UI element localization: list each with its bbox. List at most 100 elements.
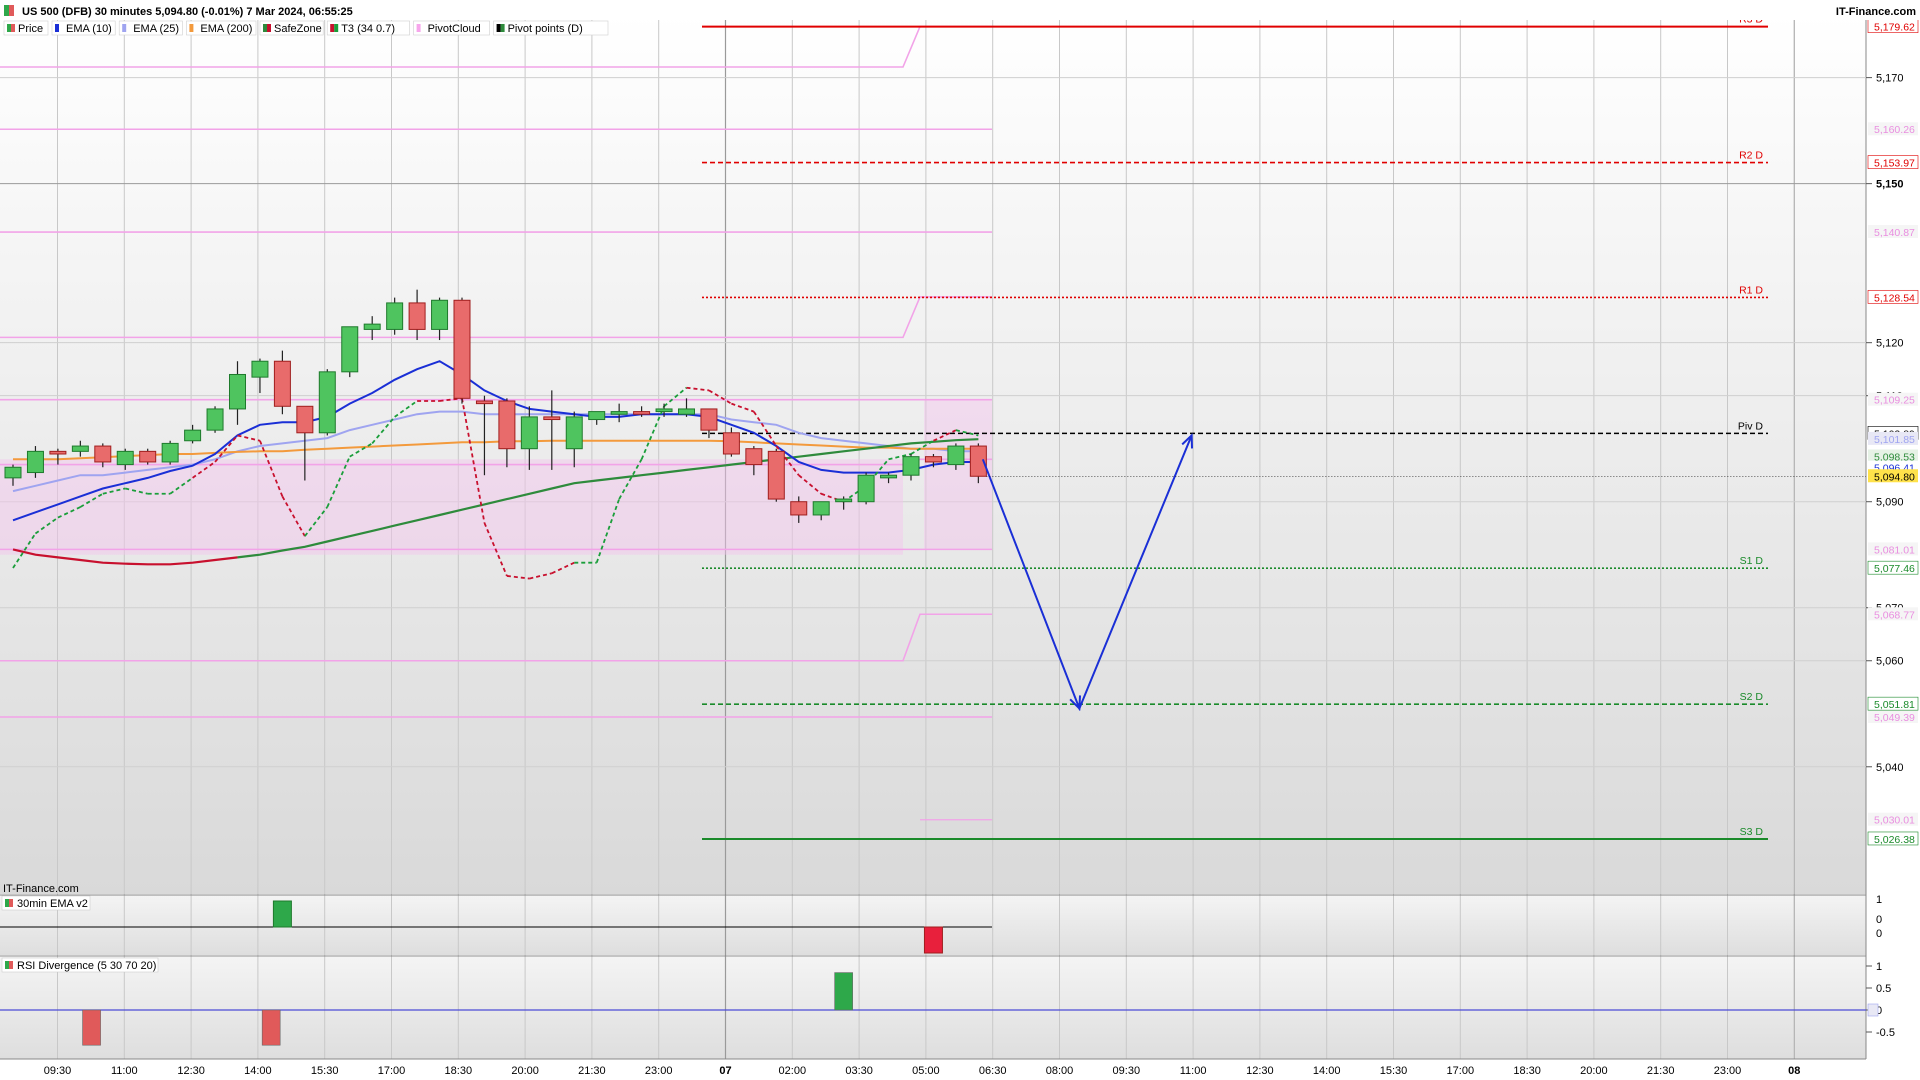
rsi-legend-swatch-2 <box>9 961 13 969</box>
candle-down <box>745 448 763 466</box>
x-tick-label: 14:00 <box>1313 1065 1341 1077</box>
rsi-zero-marker <box>1867 1003 1879 1017</box>
pivot-name: S2 D <box>1740 691 1764 703</box>
y-tick-label: 5,150 <box>1876 179 1904 191</box>
candle-up <box>161 442 179 463</box>
pivot-name: S1 D <box>1740 555 1764 567</box>
rsi-axis-label: -0.5 <box>1876 1027 1895 1039</box>
brand-label: IT-Finance.com <box>1836 6 1916 18</box>
legend-swatch-2 <box>500 24 505 32</box>
cloud-shade-prev <box>0 459 903 555</box>
candle-down <box>633 411 651 415</box>
cloud-value-label: 5,081.01 <box>1874 544 1915 556</box>
candle-down <box>543 416 561 421</box>
x-tick-label: 11:00 <box>1180 1065 1207 1077</box>
ema-axis-label: 1 <box>1876 894 1882 906</box>
pivot-value-label: 5,051.81 <box>1874 699 1915 711</box>
legend-swatch <box>416 24 421 32</box>
candle-down <box>790 501 808 516</box>
x-tick-label: 06:30 <box>979 1065 1007 1077</box>
candle-up <box>318 371 336 434</box>
candle-up <box>26 450 44 474</box>
rsi-panel-label: RSI Divergence (5 30 70 20) <box>17 960 156 972</box>
rsi-legend-swatch <box>5 961 9 969</box>
legend-swatch <box>263 24 267 32</box>
rsi-axis-label: 1 <box>1876 961 1882 973</box>
x-tick-label: 12:30 <box>177 1065 205 1077</box>
x-tick-label: 23:00 <box>1714 1065 1742 1077</box>
candle-down <box>700 408 718 431</box>
legend-swatch-2 <box>334 24 339 32</box>
candle-up <box>184 429 202 442</box>
ema-bar-green <box>272 900 292 928</box>
y-tick-label: 5,090 <box>1876 497 1904 509</box>
chart-title: US 500 (DFB) 30 minutes 5,094.80 (-0.01%… <box>22 6 353 18</box>
x-tick-label: 02:00 <box>779 1065 807 1077</box>
candle-up <box>880 474 898 479</box>
x-tick-label: 14:00 <box>244 1065 272 1077</box>
candle-up <box>565 416 583 450</box>
ema-axis-label: 0 <box>1876 928 1882 940</box>
x-tick-label: 17:00 <box>1447 1065 1475 1077</box>
legend-item: Price <box>3 20 49 36</box>
chart-canvas: R3 DR2 DR1 DPiv DS1 DS2 DS3 D 5,1705,150… <box>0 0 1920 1080</box>
ema-legend-swatch-2 <box>9 899 13 907</box>
x-tick-label: 21:30 <box>1647 1065 1675 1077</box>
candle-up <box>431 299 449 330</box>
cloud-value-label: 5,068.77 <box>1874 609 1915 621</box>
candle-up <box>206 408 224 431</box>
legend-item: EMA (25) <box>118 20 183 36</box>
pivot-name: R2 D <box>1739 150 1763 162</box>
legend-swatch <box>189 24 194 32</box>
legend-item: T3 (34 0.7) <box>326 20 410 36</box>
pivot-name: R1 D <box>1739 284 1763 296</box>
candle-down <box>453 299 471 399</box>
legend-swatch <box>7 24 11 32</box>
legend-swatch <box>496 24 501 32</box>
candle-down <box>296 405 314 434</box>
x-tick-label: 07 <box>719 1065 731 1077</box>
price-value-label: 5,094.80 <box>1874 471 1915 483</box>
candle-down <box>49 450 67 455</box>
legend-label: PivotCloud <box>428 23 481 35</box>
candle-up <box>71 445 89 452</box>
x-tick-label: 21:30 <box>578 1065 606 1077</box>
candle-up <box>341 326 359 373</box>
candle-up <box>655 408 673 413</box>
x-tick-label: 20:00 <box>511 1065 539 1077</box>
rsi-bar <box>261 1009 281 1046</box>
x-tick-label: 17:00 <box>378 1065 406 1077</box>
candle-up <box>610 411 628 415</box>
candle-up <box>857 474 875 503</box>
ema-axis-label: 0 <box>1876 914 1882 926</box>
candle-down <box>408 302 426 330</box>
cloud-value-label: 5,049.39 <box>1874 712 1915 724</box>
candle-down <box>498 400 516 450</box>
rsi-bar <box>82 1009 101 1046</box>
price-value-label: 5,101.85 <box>1874 434 1915 446</box>
pivot-value-label: 5,179.62 <box>1874 22 1915 34</box>
x-tick-label: 15:30 <box>1380 1065 1408 1077</box>
candle-up <box>902 456 920 476</box>
cloud-value-label: 5,160.26 <box>1874 124 1915 136</box>
candle-up <box>4 466 22 479</box>
legend-item: EMA (200) <box>186 20 257 36</box>
candle-down <box>767 450 785 500</box>
pivot-value-label: 5,077.46 <box>1874 563 1915 575</box>
y-tick-label: 5,120 <box>1876 338 1904 350</box>
x-tick-label: 05:00 <box>912 1065 940 1077</box>
x-tick-label: 20:00 <box>1580 1065 1608 1077</box>
candle-up <box>116 450 134 466</box>
candle-up <box>386 302 404 330</box>
legend-swatch <box>330 24 335 32</box>
legend-swatch-2 <box>11 24 15 32</box>
pivot-value-label: 5,026.38 <box>1874 834 1915 846</box>
candle-up <box>251 360 269 378</box>
candle-up <box>947 445 965 466</box>
candle-up <box>520 416 538 450</box>
legend-swatch <box>55 24 59 32</box>
y-tick-label: 5,170 <box>1876 73 1904 85</box>
legend-item: Pivot points (D) <box>493 20 609 36</box>
legend-label: EMA (200) <box>200 23 252 35</box>
candle-down <box>475 400 493 405</box>
